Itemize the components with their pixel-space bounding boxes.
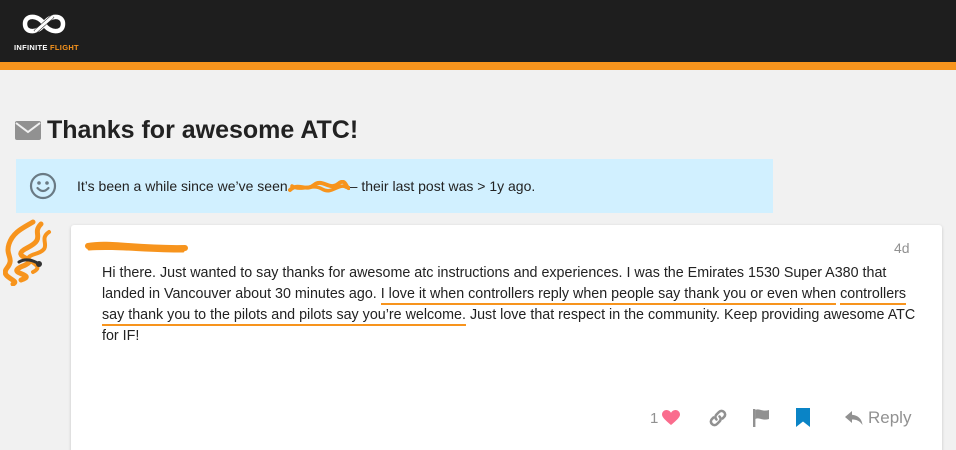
smile-icon xyxy=(29,172,57,200)
redacted-username-scribble xyxy=(287,180,350,193)
notice-text: It’s been a while since we’ve seen – thei… xyxy=(77,178,535,194)
infinite-flight-logo[interactable]: INFINITE FLIGHT xyxy=(14,9,84,55)
post-body-highlight-1: I love it when controllers reply when pe… xyxy=(380,286,837,305)
header-accent-stripe xyxy=(0,62,956,70)
reply-icon xyxy=(845,411,863,425)
like-count: 1 xyxy=(650,409,659,427)
logo-word-flight: FLIGHT xyxy=(50,43,79,52)
flag-button[interactable] xyxy=(752,405,770,431)
avatar[interactable] xyxy=(3,218,63,286)
redacted-username[interactable] xyxy=(85,238,189,254)
post-date[interactable]: 4d xyxy=(894,240,910,256)
page-title[interactable]: Thanks for awesome ATC! xyxy=(47,116,358,145)
post-body: Hi there. Just wanted to say thanks for … xyxy=(102,263,917,347)
post-card: 4d Hi there. Just wanted to say thanks f… xyxy=(71,225,942,450)
flag-icon xyxy=(753,409,769,427)
site-header: INFINITE FLIGHT xyxy=(0,0,956,62)
notice-text-before: It’s been a while since we’ve seen xyxy=(77,178,288,194)
infinity-logo-icon xyxy=(22,14,66,34)
like-button[interactable]: 1 xyxy=(650,405,681,431)
reply-label: Reply xyxy=(868,408,912,427)
bookmark-button[interactable] xyxy=(796,405,810,431)
post-actions: 1 Reply xyxy=(71,405,942,431)
notice-text-after: – their last post was > 1y ago. xyxy=(349,178,536,194)
logo-word-infinite: INFINITE xyxy=(14,43,48,52)
heart-icon xyxy=(662,410,681,425)
inactivity-notice: It’s been a while since we’ve seen – thei… xyxy=(16,159,773,213)
reply-button[interactable]: Reply xyxy=(845,405,911,431)
link-icon xyxy=(709,409,727,427)
copy-link-button[interactable] xyxy=(708,405,728,431)
topic-title-row: Thanks for awesome ATC! xyxy=(15,114,358,146)
envelope-icon xyxy=(15,120,41,140)
logo-wordmark: INFINITE FLIGHT xyxy=(14,43,79,52)
bookmark-icon xyxy=(796,408,810,427)
